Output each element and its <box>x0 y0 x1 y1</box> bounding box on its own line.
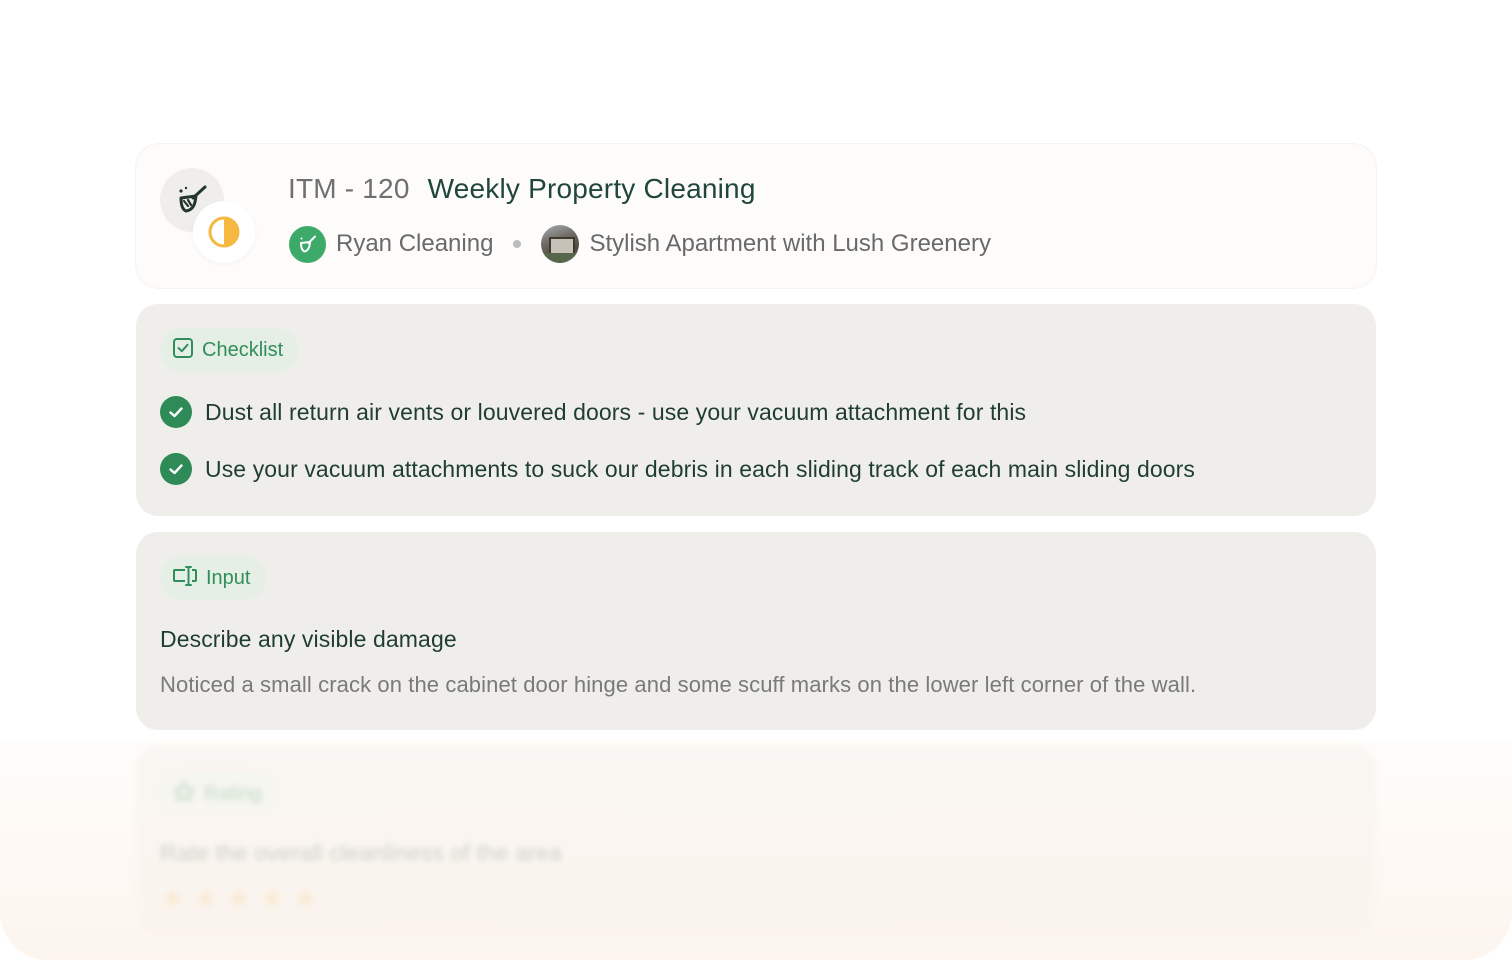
star-outline-icon <box>172 780 196 809</box>
separator-dot <box>513 240 522 248</box>
title-row: ITM - 120 Weekly Property Cleaning <box>288 170 756 208</box>
rating-question: Rate the overall cleanliness of the area <box>160 840 562 866</box>
checklist-label: Checklist <box>202 338 284 361</box>
checklist-item-text: Use your vacuum attachments to suck our … <box>205 455 1196 482</box>
task-header-card <box>136 144 1376 288</box>
checklist-card: Checklist Dust all return air vents or l… <box>136 304 1376 516</box>
check-circle-icon[interactable] <box>160 453 192 485</box>
star-icon[interactable]: ★ <box>259 882 284 915</box>
vendor-name[interactable]: Ryan Cleaning <box>336 230 493 258</box>
vendor-avatar-icon <box>289 225 326 263</box>
text-input-icon <box>172 565 198 592</box>
star-icon[interactable]: ★ <box>292 882 317 915</box>
checklist-item[interactable]: Dust all return air vents or louvered do… <box>160 396 1026 428</box>
star-icon[interactable]: ★ <box>226 882 251 915</box>
input-answer[interactable]: Noticed a small crack on the cabinet doo… <box>160 672 1196 698</box>
rating-card: Rating Rate the overall cleanliness of t… <box>136 746 1376 936</box>
checklist-tag: Checklist <box>160 328 300 372</box>
checklist-item[interactable]: Use your vacuum attachments to suck our … <box>160 453 1195 485</box>
check-circle-icon[interactable] <box>160 396 192 428</box>
property-thumbnail <box>541 225 580 263</box>
task-icon-group <box>160 168 260 268</box>
input-label: Input <box>206 566 251 589</box>
star-icon[interactable]: ★ <box>160 882 185 915</box>
half-circle-status-icon <box>193 201 255 263</box>
input-question: Describe any visible damage <box>160 626 457 652</box>
property-name[interactable]: Stylish Apartment with Lush Greenery <box>589 230 991 258</box>
checklist-item-text: Dust all return air vents or louvered do… <box>205 398 1027 425</box>
input-tag: Input <box>160 556 267 600</box>
checkbox-icon <box>172 337 194 364</box>
rating-label: Rating <box>204 782 262 805</box>
task-title: Weekly Property Cleaning <box>427 173 756 204</box>
input-card: Input Describe any visible damage Notice… <box>136 532 1376 730</box>
task-meta-row: Ryan Cleaning Stylish Apartment with Lus… <box>289 224 991 264</box>
rating-tag: Rating <box>160 772 278 816</box>
star-rating[interactable]: ★ ★ ★ ★ ★ <box>160 882 318 915</box>
item-id: ITM - 120 <box>288 173 410 204</box>
star-icon[interactable]: ★ <box>193 882 218 915</box>
